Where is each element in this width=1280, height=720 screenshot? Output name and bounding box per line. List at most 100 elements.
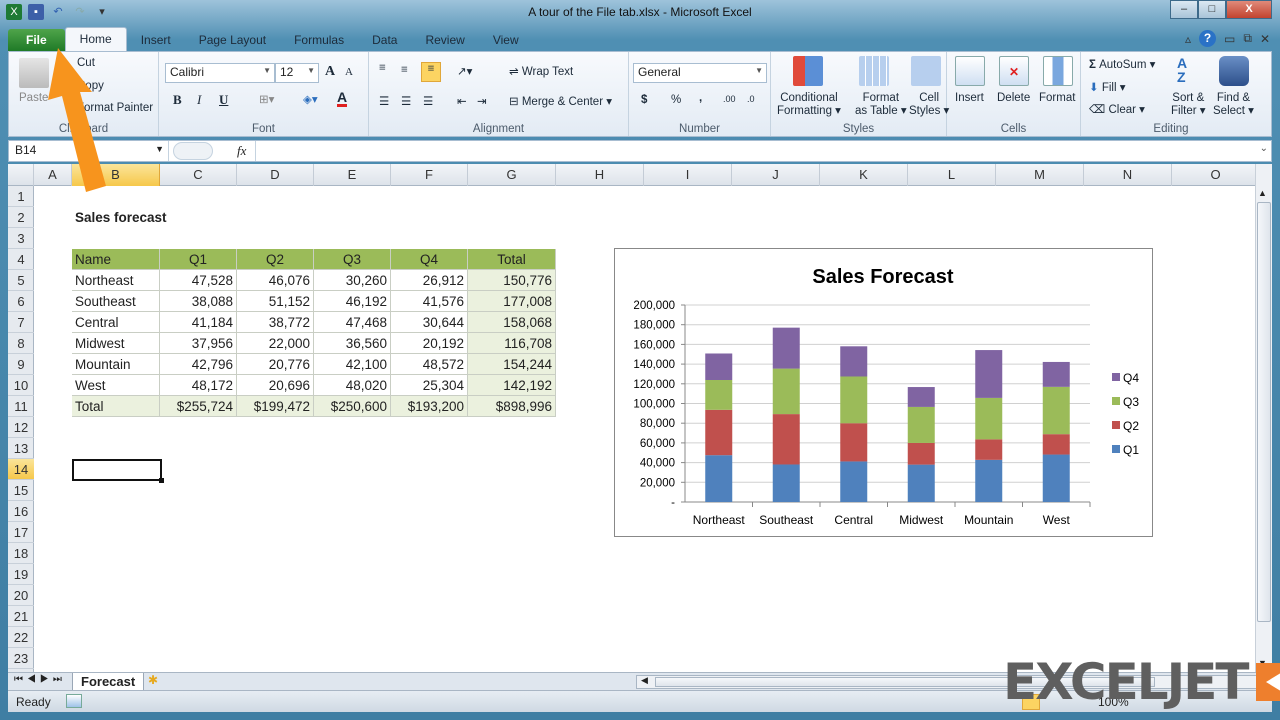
table-cell[interactable]: 42,796 [160,354,237,375]
delete-cells-button[interactable]: Delete [997,92,1030,104]
sheet-nav-icons[interactable]: ⏮◀▶⏭ [14,674,66,685]
row-header-18[interactable]: 18 [8,543,34,564]
decrease-decimal-button[interactable]: .0 [747,94,755,104]
row-header-6[interactable]: 6 [8,291,34,312]
format-cells-button[interactable]: Format [1039,92,1075,104]
shrink-font-button[interactable]: A [345,66,353,78]
column-header-a[interactable]: A [34,164,72,186]
sales-forecast-chart[interactable]: Sales Forecast - 20,000 40,000 60,000 80,000 1… [614,248,1153,537]
workbook-restore-icon[interactable]: ⧉ [1243,31,1252,46]
macro-record-icon[interactable] [66,694,82,708]
worksheet-grid[interactable]: ABCDEFGHIJKLMNO 1 2 3 4 5 6 7 8 9 10 11 12 13 14 15 16 1… [8,164,1272,672]
row-header-15[interactable]: 15 [8,480,34,501]
row-header-3[interactable]: 3 [8,228,34,249]
fill-color-icon[interactable]: ◈▾ [303,92,318,106]
align-right-icon[interactable]: ☰ [423,94,433,108]
scroll-up-icon[interactable]: ▲ [1258,188,1267,198]
insert-sheet-icon[interactable]: ✱ [148,673,158,687]
column-header-n[interactable]: N [1084,164,1172,186]
tab-page-layout[interactable]: Page Layout [185,29,280,51]
row-header-4[interactable]: 4 [8,249,34,270]
table-cell[interactable]: 48,172 [160,375,237,396]
tab-data[interactable]: Data [358,29,411,51]
format-as-table-button[interactable]: Format as Table ▾ [855,92,907,118]
column-header-j[interactable]: J [732,164,820,186]
tab-review[interactable]: Review [411,29,478,51]
cut-button[interactable]: Cut [77,57,95,69]
column-header-h[interactable]: H [556,164,644,186]
active-cell-selection[interactable] [72,459,164,483]
expand-formula-bar-icon[interactable]: ⌄ [1260,143,1268,154]
table-cell[interactable]: 154,244 [468,354,556,375]
table-cell[interactable]: Northeast [72,270,160,291]
grow-font-button[interactable]: A [325,64,335,80]
row-header-9[interactable]: 9 [8,354,34,375]
table-cell[interactable]: Mountain [72,354,160,375]
sort-filter-button[interactable]: Sort & Filter ▾ [1171,92,1206,118]
table-cell[interactable]: Q2 [237,249,314,270]
conditional-formatting-button[interactable]: Conditional Formatting ▾ [777,92,841,118]
row-header-19[interactable]: 19 [8,564,34,585]
format-painter-button[interactable]: Format Painter [77,102,153,114]
table-cell[interactable]: Total [72,396,160,417]
close-button[interactable]: X [1226,0,1272,19]
table-cell[interactable]: 30,260 [314,270,391,291]
table-cell[interactable]: 26,912 [391,270,468,291]
increase-decimal-button[interactable]: .00 [723,94,736,104]
column-header-d[interactable]: D [237,164,314,186]
table-cell[interactable]: Midwest [72,333,160,354]
workbook-minimize-icon[interactable]: ▭ [1224,32,1235,46]
table-cell[interactable]: Name [72,249,160,270]
table-cell[interactable]: 36,560 [314,333,391,354]
row-header-14[interactable]: 14 [8,459,34,480]
sheet-title[interactable]: Sales forecast [72,207,170,228]
row-header-22[interactable]: 22 [8,627,34,648]
decrease-indent-icon[interactable]: ⇤ [457,94,467,108]
table-cell[interactable]: West [72,375,160,396]
table-cell[interactable]: 20,776 [237,354,314,375]
row-header-21[interactable]: 21 [8,606,34,627]
table-cell[interactable]: 38,772 [237,312,314,333]
table-cell[interactable]: Central [72,312,160,333]
clear-button[interactable]: ⌫ Clear ▾ [1089,102,1145,116]
table-cell[interactable]: 48,020 [314,375,391,396]
align-top-icon[interactable]: ≡ [379,62,386,74]
minimize-button[interactable]: – [1170,0,1198,19]
insert-cells-button[interactable]: Insert [955,92,984,104]
find-select-button[interactable]: Find & Select ▾ [1213,92,1254,118]
copy-button[interactable]: Copy [77,80,104,92]
sheet-tab-forecast[interactable]: Forecast [72,673,145,691]
table-cell[interactable]: 20,696 [237,375,314,396]
name-box[interactable]: B14 ▼ [9,141,169,161]
table-cell[interactable]: 38,088 [160,291,237,312]
table-cell[interactable]: 37,956 [160,333,237,354]
formula-input[interactable] [255,141,1253,161]
table-cell[interactable]: Q4 [391,249,468,270]
table-cell[interactable]: 47,468 [314,312,391,333]
select-all-corner[interactable] [8,164,34,186]
tab-insert[interactable]: Insert [127,29,185,51]
paste-icon[interactable] [19,58,49,88]
font-name-select[interactable]: Calibri ▼ [165,63,275,83]
autosum-button[interactable]: Σ AutoSum ▾ [1089,57,1155,71]
align-center-icon[interactable]: ☰ [401,94,411,108]
row-header-23[interactable]: 23 [8,648,34,669]
fill-button[interactable]: ⬇ Fill ▾ [1089,80,1126,94]
table-cell[interactable]: $255,724 [160,396,237,417]
cell-styles-button[interactable]: Cell Styles ▾ [909,92,949,118]
comma-button[interactable]: , [699,92,702,104]
orientation-icon[interactable]: ↗▾ [457,64,472,78]
number-format-select[interactable]: General ▼ [633,63,767,83]
row-header-13[interactable]: 13 [8,438,34,459]
table-cell[interactable]: 42,100 [314,354,391,375]
column-header-g[interactable]: G [468,164,556,186]
column-header-i[interactable]: I [644,164,732,186]
tab-view[interactable]: View [479,29,533,51]
table-cell[interactable]: 158,068 [468,312,556,333]
table-cell[interactable]: 142,192 [468,375,556,396]
row-header-20[interactable]: 20 [8,585,34,606]
italic-button[interactable]: I [197,92,201,108]
table-cell[interactable]: $898,996 [468,396,556,417]
table-cell[interactable]: 116,708 [468,333,556,354]
table-cell[interactable]: Total [468,249,556,270]
